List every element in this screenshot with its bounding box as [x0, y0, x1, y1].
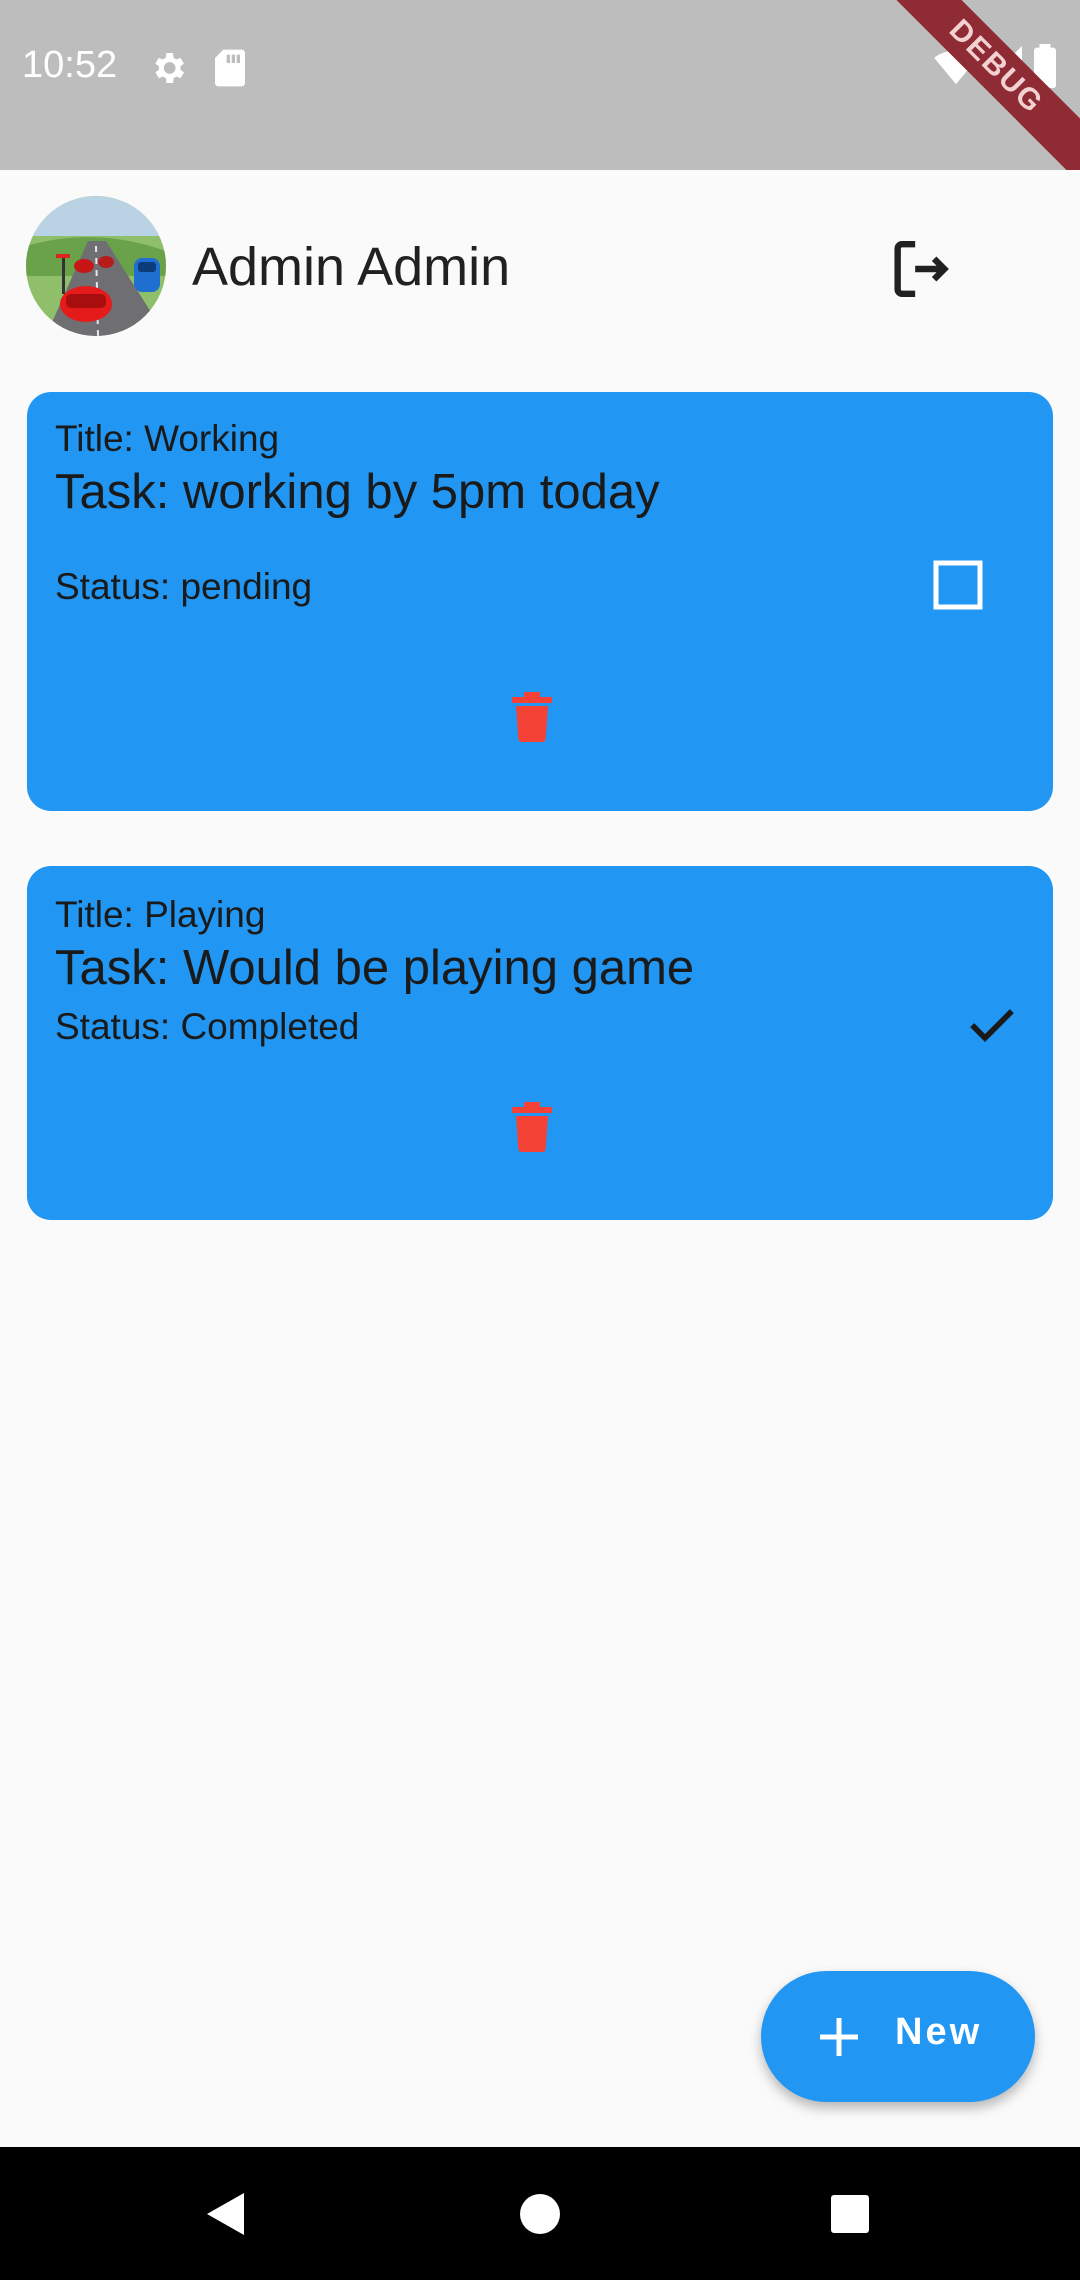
task-title: Title: Playing	[55, 894, 266, 935]
avatar-image	[26, 196, 166, 336]
task-complete-toggle[interactable]	[964, 996, 1020, 1052]
task-card[interactable]: Title: Playing Task: Would be playing ga…	[27, 866, 1053, 1220]
home-icon[interactable]	[519, 2193, 561, 2235]
delete-button[interactable]	[512, 692, 562, 748]
plus-icon	[820, 2018, 858, 2056]
new-task-button[interactable]: New	[761, 1971, 1035, 2102]
navigation-bar	[0, 2147, 1080, 2280]
user-name: Admin Admin	[192, 237, 511, 297]
sd-card-icon	[215, 49, 245, 87]
checkbox-empty-icon	[933, 560, 983, 610]
settings-icon	[155, 53, 184, 83]
new-task-label: New	[895, 2011, 983, 2053]
avatar[interactable]	[26, 196, 166, 336]
trash-icon	[512, 692, 552, 742]
trash-icon	[512, 1102, 552, 1152]
task-description: Task: Would be playing game	[55, 941, 695, 995]
task-status: Status: Completed	[55, 1006, 360, 1047]
task-checkbox[interactable]	[933, 560, 983, 610]
task-description: Task: working by 5pm today	[55, 465, 660, 519]
status-time: 10:52	[22, 44, 118, 86]
logout-icon	[894, 241, 949, 297]
recents-icon[interactable]	[830, 2194, 870, 2234]
task-title: Title: Working	[55, 418, 280, 459]
status-bar: 10:52 DEBUG	[0, 0, 1080, 170]
check-icon	[970, 1009, 1014, 1042]
logout-button[interactable]	[886, 234, 956, 304]
back-icon[interactable]	[204, 2191, 246, 2237]
task-status: Status: pending	[55, 566, 313, 607]
delete-button[interactable]	[512, 1102, 562, 1158]
task-card[interactable]: Title: Working Task: working by 5pm toda…	[27, 392, 1053, 811]
